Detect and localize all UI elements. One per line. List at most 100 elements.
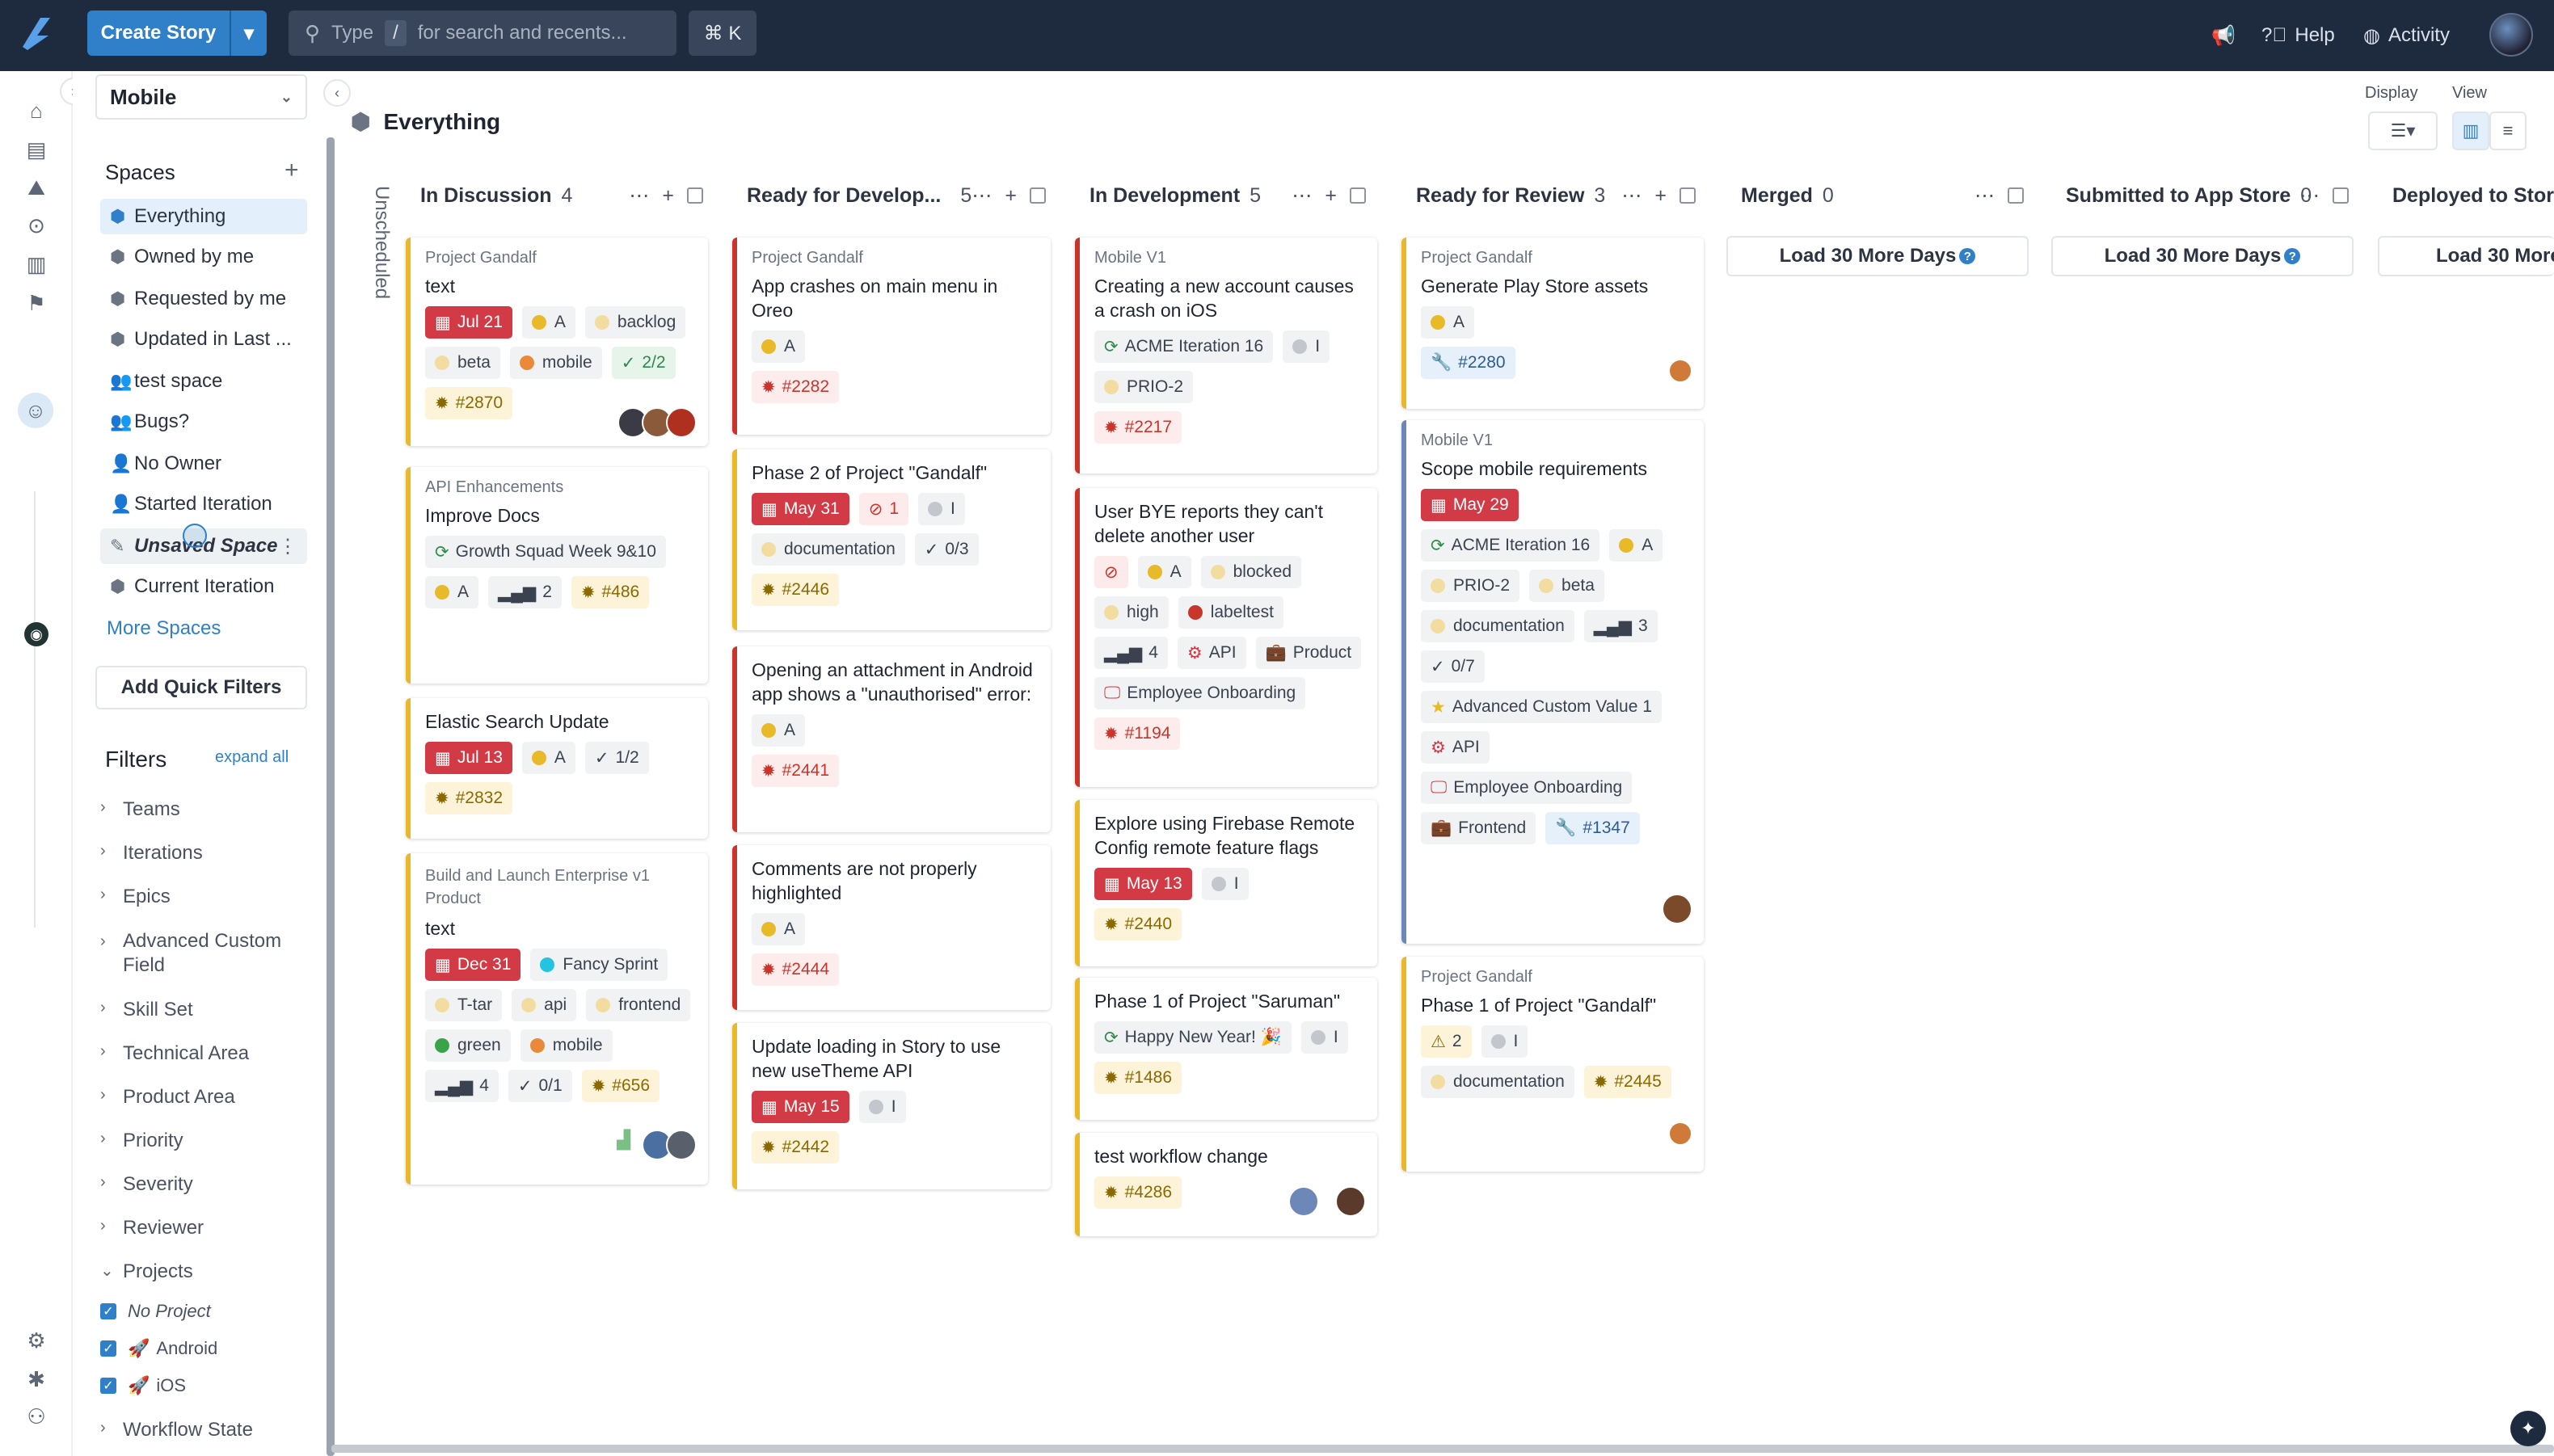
more-icon[interactable]: ⋯ bbox=[2299, 183, 2320, 208]
board-horizontal-scrollbar[interactable] bbox=[331, 1445, 2554, 1453]
select-checkbox[interactable] bbox=[1030, 187, 1046, 204]
filter-projects[interactable]: ⌄ Projects bbox=[100, 1260, 193, 1283]
story-id-badge[interactable]: ✹ #2832 bbox=[425, 782, 513, 814]
estimate-badge[interactable]: A bbox=[752, 913, 806, 945]
filter-priority[interactable]: › Priority bbox=[100, 1130, 183, 1152]
estimate-badge[interactable]: A bbox=[521, 742, 575, 774]
shortcut-logo-icon[interactable] bbox=[16, 13, 57, 53]
space-bugs[interactable]: 👥 Bugs? bbox=[100, 404, 307, 440]
filter-advanced-custom-field[interactable]: › Advanced Custom Field bbox=[100, 929, 294, 978]
more-spaces-link[interactable]: More Spaces bbox=[107, 617, 221, 640]
owner-avatars[interactable] bbox=[1668, 1121, 1692, 1146]
story-card[interactable]: Phase 1 of Project "Saruman" ⟳ Happy New … bbox=[1075, 978, 1377, 1120]
checkbox-checked-icon[interactable]: ✓ bbox=[100, 1340, 116, 1357]
select-checkbox[interactable] bbox=[687, 187, 703, 204]
estimate-badge[interactable]: I bbox=[1300, 1021, 1348, 1054]
owner-avatars[interactable] bbox=[1288, 1186, 1366, 1217]
estimate-badge[interactable]: A bbox=[1609, 529, 1663, 562]
filter-severity[interactable]: › Severity bbox=[100, 1173, 193, 1196]
blocker-badge[interactable]: ⊘ 1 bbox=[858, 493, 909, 525]
select-checkbox[interactable] bbox=[2008, 187, 2024, 204]
filter-reviewer[interactable]: › Reviewer bbox=[100, 1217, 204, 1239]
load-more-days-button[interactable]: Load 30 More Days bbox=[2378, 236, 2554, 276]
story-id-badge[interactable]: ✹ #486 bbox=[571, 576, 650, 608]
story-card[interactable]: Project Gandalf App crashes on main menu… bbox=[732, 238, 1051, 435]
estimate-badge[interactable]: I bbox=[1283, 330, 1330, 363]
technical-area-badge[interactable]: ⚙ API bbox=[1177, 637, 1246, 669]
tasks-badge[interactable]: ✓ 2/2 bbox=[611, 347, 676, 379]
kanban-view-button[interactable]: ▥ bbox=[2452, 112, 2489, 150]
filter-teams[interactable]: › Teams bbox=[100, 798, 180, 821]
tasks-badge[interactable]: ✓ 0/3 bbox=[914, 533, 979, 566]
space-requested-by-me[interactable]: ⬢ Requested by me bbox=[100, 281, 307, 317]
book-icon[interactable]: ▤ bbox=[24, 137, 48, 162]
team-icon[interactable]: ☺ bbox=[18, 393, 53, 428]
reports-icon[interactable]: ▥ bbox=[24, 252, 48, 276]
roadmap-icon[interactable]: ⊙ bbox=[24, 213, 48, 238]
estimate-badge[interactable]: I bbox=[1201, 868, 1249, 900]
label-badge[interactable]: blocked bbox=[1200, 556, 1302, 588]
owner-avatars[interactable]: ▟ bbox=[617, 1130, 697, 1160]
project-ios[interactable]: ✓ 🚀 iOS bbox=[100, 1375, 186, 1396]
user-avatar[interactable] bbox=[2489, 13, 2533, 57]
space-started-iteration[interactable]: 👤 Started Iteration bbox=[100, 486, 307, 522]
story-id-badge[interactable]: ✹ #2217 bbox=[1094, 411, 1182, 444]
custom-field-badge[interactable]: ★ Advanced Custom Value 1 bbox=[1421, 691, 1662, 723]
points-badge[interactable]: ▂▄▆ 3 bbox=[1583, 610, 1658, 642]
iteration-badge[interactable]: Fancy Sprint bbox=[530, 949, 668, 981]
more-vertical-icon[interactable]: ⋮ bbox=[278, 535, 297, 558]
story-card[interactable]: Project Gandalf Phase 1 of Project "Gand… bbox=[1401, 957, 1704, 1172]
create-story-button[interactable]: Create Story ▾ bbox=[87, 11, 267, 56]
add-space-icon[interactable]: + bbox=[284, 157, 299, 184]
story-card[interactable]: API Enhancements Improve Docs ⟳ Growth Sq… bbox=[406, 467, 708, 684]
estimate-badge[interactable]: I bbox=[1481, 1025, 1528, 1058]
label-badge[interactable]: high bbox=[1094, 596, 1169, 629]
label-badge[interactable]: documentation bbox=[1421, 1066, 1574, 1098]
product-area-badge[interactable]: 💼 Product bbox=[1255, 637, 1362, 669]
story-id-badge[interactable]: ✹ #2282 bbox=[752, 371, 840, 403]
estimate-badge[interactable]: A bbox=[1421, 306, 1475, 339]
story-id-badge[interactable]: 🔧 #2280 bbox=[1421, 347, 1515, 379]
label-badge[interactable]: backlog bbox=[584, 306, 686, 339]
iteration-badge[interactable]: ⟳ Growth Squad Week 9&10 bbox=[425, 536, 666, 568]
more-icon[interactable]: ⋯ bbox=[1621, 183, 1642, 208]
select-checkbox[interactable] bbox=[1350, 187, 1366, 204]
load-more-days-button[interactable]: Load 30 More Days? bbox=[1726, 236, 2029, 276]
collapse-sidebar-button[interactable]: ‹ bbox=[323, 79, 351, 107]
label-badge[interactable]: beta bbox=[1529, 570, 1604, 602]
story-id-badge[interactable]: ✹ #2446 bbox=[752, 574, 840, 606]
label-badge[interactable]: PRIO-2 bbox=[1421, 570, 1520, 602]
story-id-badge[interactable]: ✹ #2441 bbox=[752, 755, 840, 787]
estimate-badge[interactable]: A bbox=[521, 306, 575, 339]
iteration-badge[interactable]: ⟳ Happy New Year! 🎉 bbox=[1094, 1021, 1292, 1054]
add-icon[interactable]: + bbox=[1005, 184, 1017, 208]
due-date-badge[interactable]: ▦ May 15 bbox=[752, 1091, 849, 1123]
due-date-badge[interactable]: ▦ Dec 31 bbox=[425, 949, 521, 981]
filter-workflow-state[interactable]: › Workflow State bbox=[100, 1419, 253, 1441]
due-date-badge[interactable]: ▦ Jul 13 bbox=[425, 742, 512, 774]
command-shortcut-button[interactable]: ⌘ K bbox=[689, 11, 757, 56]
objectives-icon[interactable]: ⛰ bbox=[24, 175, 48, 200]
label-badge[interactable]: mobile bbox=[520, 1029, 613, 1062]
filter-technical-area[interactable]: › Technical Area bbox=[100, 1042, 249, 1065]
display-options-button[interactable]: ☰▾ bbox=[2368, 112, 2438, 150]
technical-area-badge[interactable]: ⚙ API bbox=[1421, 731, 1490, 764]
story-id-badge[interactable]: ✹ #1486 bbox=[1094, 1062, 1182, 1094]
story-card[interactable]: Build and Launch Enterprise v1 Product t… bbox=[406, 853, 708, 1185]
story-id-badge[interactable]: ✹ #2444 bbox=[752, 953, 840, 986]
label-badge[interactable]: PRIO-2 bbox=[1094, 371, 1194, 403]
story-card[interactable]: Project Gandalf Generate Play Store asse… bbox=[1401, 238, 1704, 409]
skill-badge[interactable]: 🖵 Employee Onboarding bbox=[1094, 677, 1306, 709]
team-avatar-icon[interactable]: ◉ bbox=[24, 622, 48, 646]
more-icon[interactable]: ⋯ bbox=[971, 183, 992, 208]
checkbox-checked-icon[interactable]: ✓ bbox=[100, 1303, 116, 1319]
load-more-days-button[interactable]: Load 30 More Days? bbox=[2051, 236, 2354, 276]
story-card[interactable]: Project Gandalf text ▦ Jul 21 A backlog b… bbox=[406, 238, 708, 446]
space-owned-by-me[interactable]: ⬢ Owned by me bbox=[100, 239, 307, 275]
story-card[interactable]: Comments are not properly highlighted A … bbox=[732, 845, 1051, 1010]
filter-iterations[interactable]: › Iterations bbox=[100, 842, 203, 865]
estimate-badge[interactable]: A bbox=[425, 576, 479, 608]
story-id-badge[interactable]: ✹ #4286 bbox=[1094, 1176, 1182, 1209]
project-no-project[interactable]: ✓ No Project bbox=[100, 1301, 211, 1322]
story-id-badge[interactable]: ✹ #2440 bbox=[1094, 908, 1182, 941]
